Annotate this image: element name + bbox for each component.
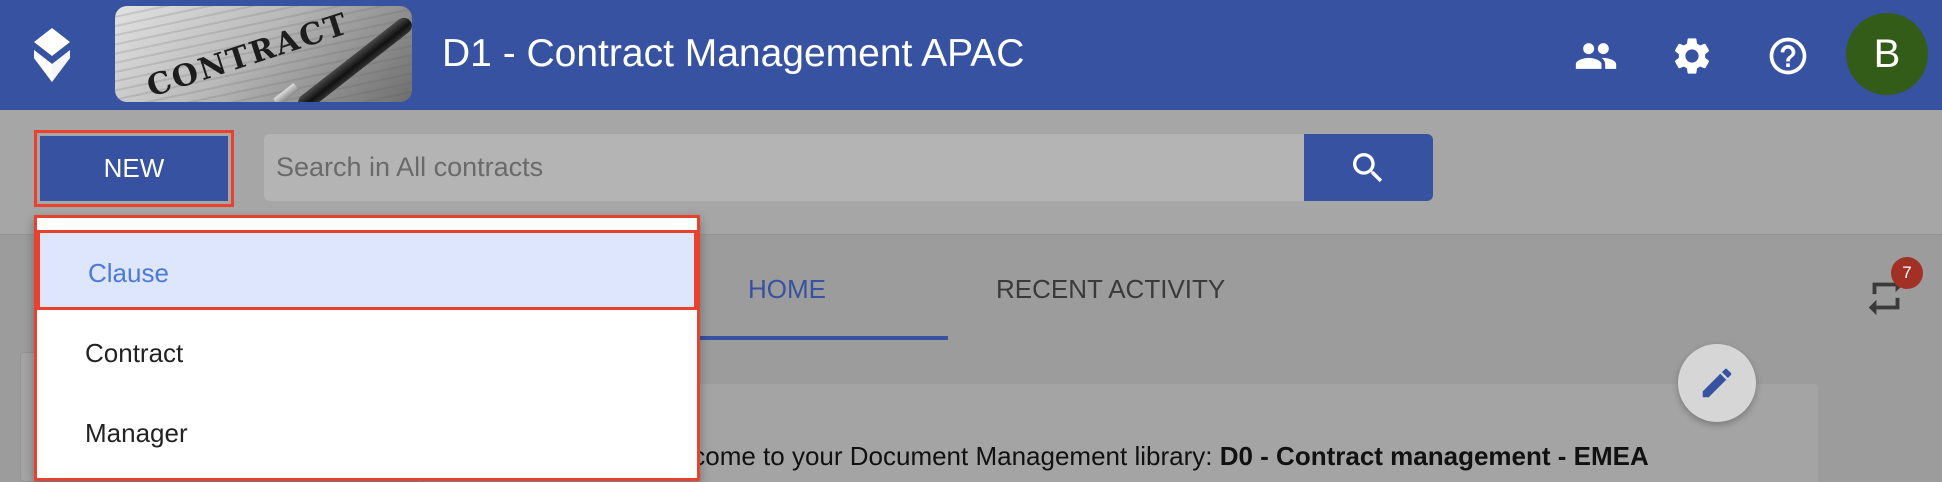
- edit-page-button[interactable]: [1678, 344, 1756, 422]
- site-title: D1 - Contract Management APAC: [442, 32, 1025, 75]
- active-tab-indicator: [700, 336, 948, 340]
- people-icon[interactable]: [1574, 34, 1618, 78]
- search-icon: [1353, 153, 1383, 183]
- welcome-prefix: elcome to your Document Management libra…: [672, 441, 1220, 471]
- search-box: [264, 134, 1304, 201]
- site-banner-image: CONTRACT: [115, 6, 412, 102]
- menu-item-manager[interactable]: Manager: [37, 393, 697, 473]
- app-logo-icon[interactable]: [30, 28, 74, 82]
- tab-home[interactable]: HOME: [748, 274, 826, 305]
- new-item-menu: Clause Contract Manager: [34, 215, 700, 481]
- pencil-icon: [1702, 368, 1732, 398]
- menu-item-contract[interactable]: Contract: [37, 313, 697, 393]
- help-icon[interactable]: [1766, 34, 1810, 78]
- user-avatar[interactable]: B: [1846, 13, 1928, 95]
- welcome-text: elcome to your Document Management libra…: [672, 441, 1649, 472]
- notification-count-badge: 7: [1891, 257, 1923, 289]
- new-button[interactable]: NEW: [34, 130, 234, 207]
- gear-icon[interactable]: [1670, 34, 1714, 78]
- search-button[interactable]: [1304, 134, 1433, 201]
- new-button-label: NEW: [40, 136, 228, 201]
- library-name: D0 - Contract management - EMEA: [1219, 441, 1649, 471]
- tab-recent-activity[interactable]: RECENT ACTIVITY: [996, 274, 1225, 305]
- menu-item-clause[interactable]: Clause: [37, 230, 697, 310]
- search-input[interactable]: [264, 134, 1304, 201]
